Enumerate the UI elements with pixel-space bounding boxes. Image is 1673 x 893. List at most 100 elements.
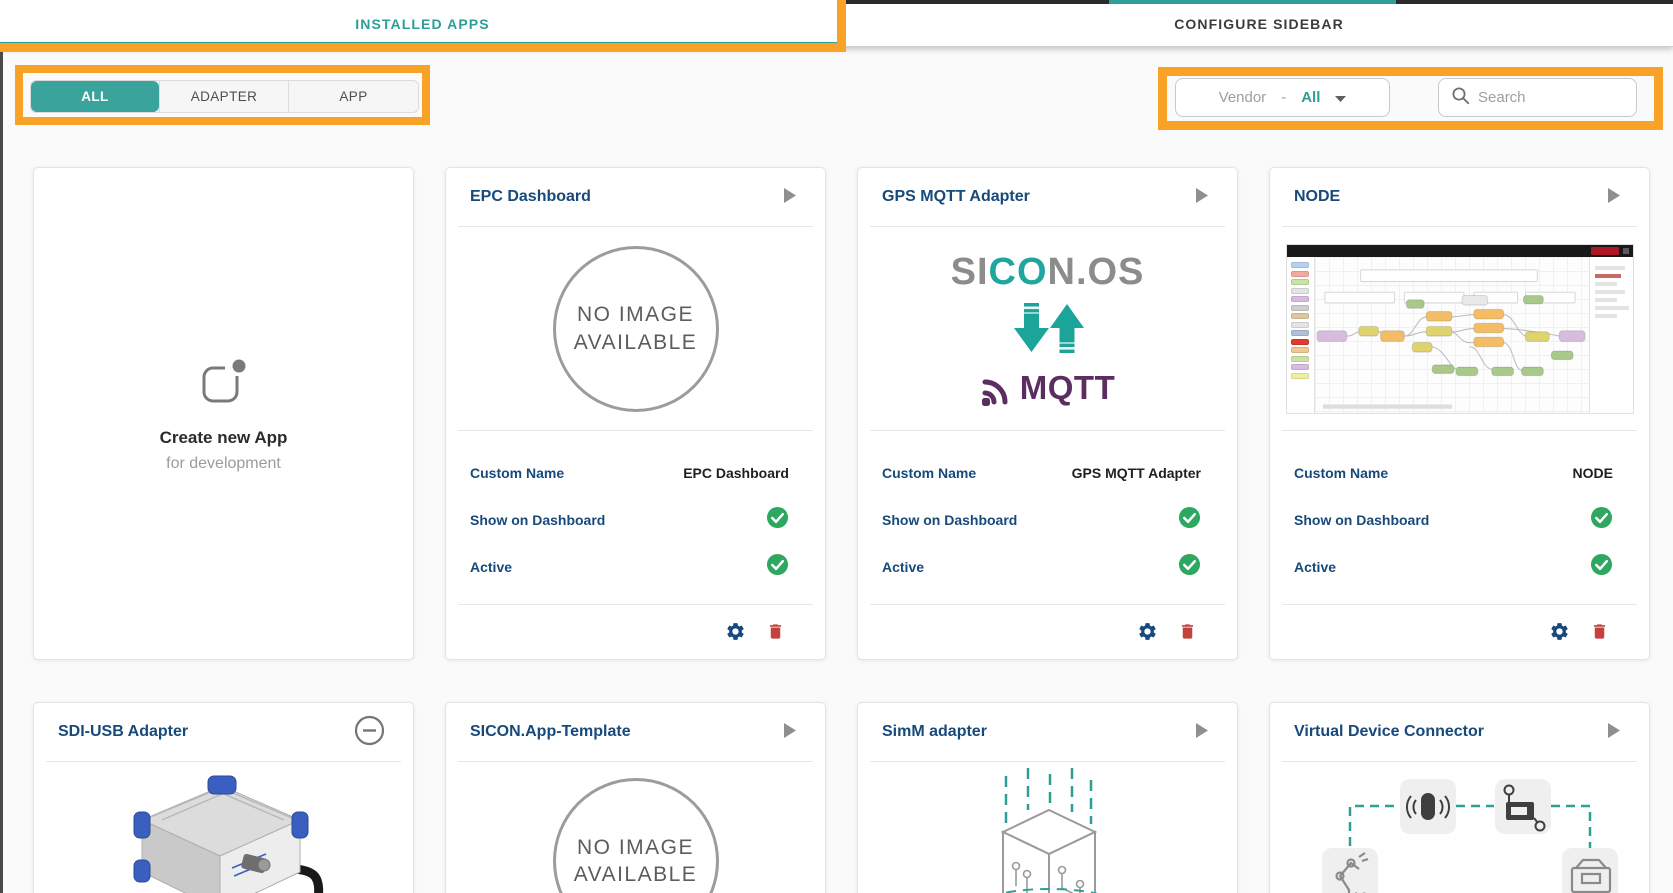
card-sicon-app-template: SICON.App-Template NO IMAGE AVAILABLE	[445, 702, 826, 893]
active-check-icon	[766, 553, 789, 581]
node-red-header	[1287, 245, 1633, 257]
collapse-button[interactable]	[354, 715, 385, 749]
node-red-sidebar	[1589, 257, 1633, 413]
show-on-dashboard-check-icon	[766, 506, 789, 534]
search-input[interactable]	[1478, 89, 1618, 106]
card-title: SDI-USB Adapter	[58, 723, 188, 741]
play-icon	[1195, 187, 1209, 207]
active-tab-indicator	[0, 42, 838, 47]
card-sdi-usb-adapter: SDI-USB Adapter	[33, 702, 414, 893]
active-row: Active	[882, 543, 1201, 590]
filter-chip-adapter-label: ADAPTER	[191, 89, 258, 104]
trash-icon	[1178, 621, 1197, 645]
run-app-button[interactable]	[1195, 722, 1209, 742]
app-image: 4.0	[1270, 762, 1649, 893]
card-gps-mqtt-adapter: GPS MQTT Adapter SICON.OS	[857, 167, 1238, 660]
create-app-subtitle: for development	[166, 455, 281, 473]
settings-button[interactable]	[1137, 621, 1158, 645]
tab-bar: INSTALLED APPS CONFIGURE SIDEBAR	[0, 0, 1673, 47]
app-image	[34, 762, 413, 893]
search-field	[1438, 78, 1637, 117]
play-icon	[783, 187, 797, 207]
window-left-edge	[0, 47, 3, 893]
show-on-dashboard-label: Show on Dashboard	[1294, 512, 1429, 528]
filter-chip-app-label: APP	[339, 89, 367, 104]
delete-button[interactable]	[1590, 621, 1609, 645]
custom-name-value: GPS MQTT Adapter	[1072, 465, 1201, 481]
run-app-button[interactable]	[1607, 187, 1621, 207]
gear-icon	[1549, 621, 1570, 645]
vendor-filter-select[interactable]: Vendor - All	[1175, 78, 1390, 117]
show-on-dashboard-row: Show on Dashboard	[882, 496, 1201, 543]
settings-button[interactable]	[1549, 621, 1570, 645]
custom-name-value: EPC Dashboard	[683, 465, 789, 481]
gear-icon	[1137, 621, 1158, 645]
card-virtual-device-connector: Virtual Device Connector	[1269, 702, 1650, 893]
app-image: NO IMAGE AVAILABLE	[446, 762, 825, 893]
active-check-icon	[1178, 553, 1201, 581]
show-on-dashboard-row: Show on Dashboard	[1294, 496, 1613, 543]
type-filter-group: ALL ADAPTER APP	[30, 80, 419, 113]
card-title: SimM adapter	[882, 723, 987, 741]
active-label: Active	[470, 559, 512, 575]
sicon-os-logo: SICON.OS	[951, 251, 1145, 294]
tab-installed-apps[interactable]: INSTALLED APPS	[0, 0, 845, 47]
no-image-placeholder: NO IMAGE AVAILABLE	[553, 778, 719, 893]
settings-button[interactable]	[725, 621, 746, 645]
no-image-line1: NO IMAGE	[577, 834, 694, 861]
card-simm-adapter: SimM adapter	[857, 702, 1238, 893]
mqtt-wordmark: MQTT	[1020, 369, 1115, 407]
play-icon	[783, 722, 797, 742]
app-image: SICON.OS MQTT	[858, 227, 1237, 430]
run-app-button[interactable]	[783, 722, 797, 742]
show-on-dashboard-check-icon	[1178, 506, 1201, 534]
active-row: Active	[470, 543, 789, 590]
trash-icon	[766, 621, 785, 645]
node-red-palette	[1287, 257, 1315, 413]
filter-chip-all[interactable]: ALL	[31, 81, 159, 112]
show-on-dashboard-label: Show on Dashboard	[470, 512, 605, 528]
tab-configure-sidebar-label: CONFIGURE SIDEBAR	[1174, 16, 1344, 32]
custom-name-row: Custom Name GPS MQTT Adapter	[882, 449, 1201, 496]
vendor-filter-value: All	[1301, 89, 1320, 106]
app-image: NO IMAGE AVAILABLE	[446, 227, 825, 430]
filter-chip-all-label: ALL	[81, 89, 108, 104]
custom-name-label: Custom Name	[1294, 465, 1388, 481]
minus-circle-icon	[354, 715, 385, 749]
run-app-button[interactable]	[1195, 187, 1209, 207]
active-row: Active	[1294, 543, 1613, 590]
search-icon	[1451, 86, 1470, 110]
delete-button[interactable]	[766, 621, 785, 645]
active-check-icon	[1590, 553, 1613, 581]
card-create-new-app: Create new App for development	[33, 167, 414, 660]
custom-name-label: Custom Name	[882, 465, 976, 481]
card-node: NODE	[1269, 167, 1650, 660]
app-image	[1270, 227, 1649, 430]
tab-configure-sidebar[interactable]: CONFIGURE SIDEBAR	[845, 0, 1673, 47]
card-title: SICON.App-Template	[470, 723, 631, 741]
device-photo	[104, 768, 344, 893]
show-on-dashboard-check-icon	[1590, 506, 1613, 534]
custom-name-row: Custom Name EPC Dashboard	[470, 449, 789, 496]
card-title: EPC Dashboard	[470, 188, 591, 206]
create-new-app-button[interactable]: Create new App for development	[34, 168, 413, 659]
create-app-icon	[198, 355, 250, 410]
no-image-placeholder: NO IMAGE AVAILABLE	[553, 246, 719, 412]
active-label: Active	[882, 559, 924, 575]
run-app-button[interactable]	[783, 187, 797, 207]
card-epc-dashboard: EPC Dashboard NO IMAGE AVAILABLE Custom …	[445, 167, 826, 660]
card-title: Virtual Device Connector	[1294, 723, 1484, 741]
active-label: Active	[1294, 559, 1336, 575]
device-network-illustration: 4.0	[1290, 766, 1630, 893]
play-icon	[1195, 722, 1209, 742]
delete-button[interactable]	[1178, 621, 1197, 645]
filter-chip-adapter[interactable]: ADAPTER	[159, 81, 288, 112]
no-image-line1: NO IMAGE	[577, 301, 694, 328]
filter-chip-app[interactable]: APP	[288, 81, 418, 112]
no-image-line2: AVAILABLE	[574, 329, 698, 356]
create-app-title: Create new App	[160, 428, 288, 448]
run-app-button[interactable]	[1607, 722, 1621, 742]
window-top-edge-accent	[1109, 0, 1396, 4]
vendor-filter-label: Vendor	[1219, 89, 1267, 106]
node-red-thumbnail	[1286, 244, 1634, 414]
